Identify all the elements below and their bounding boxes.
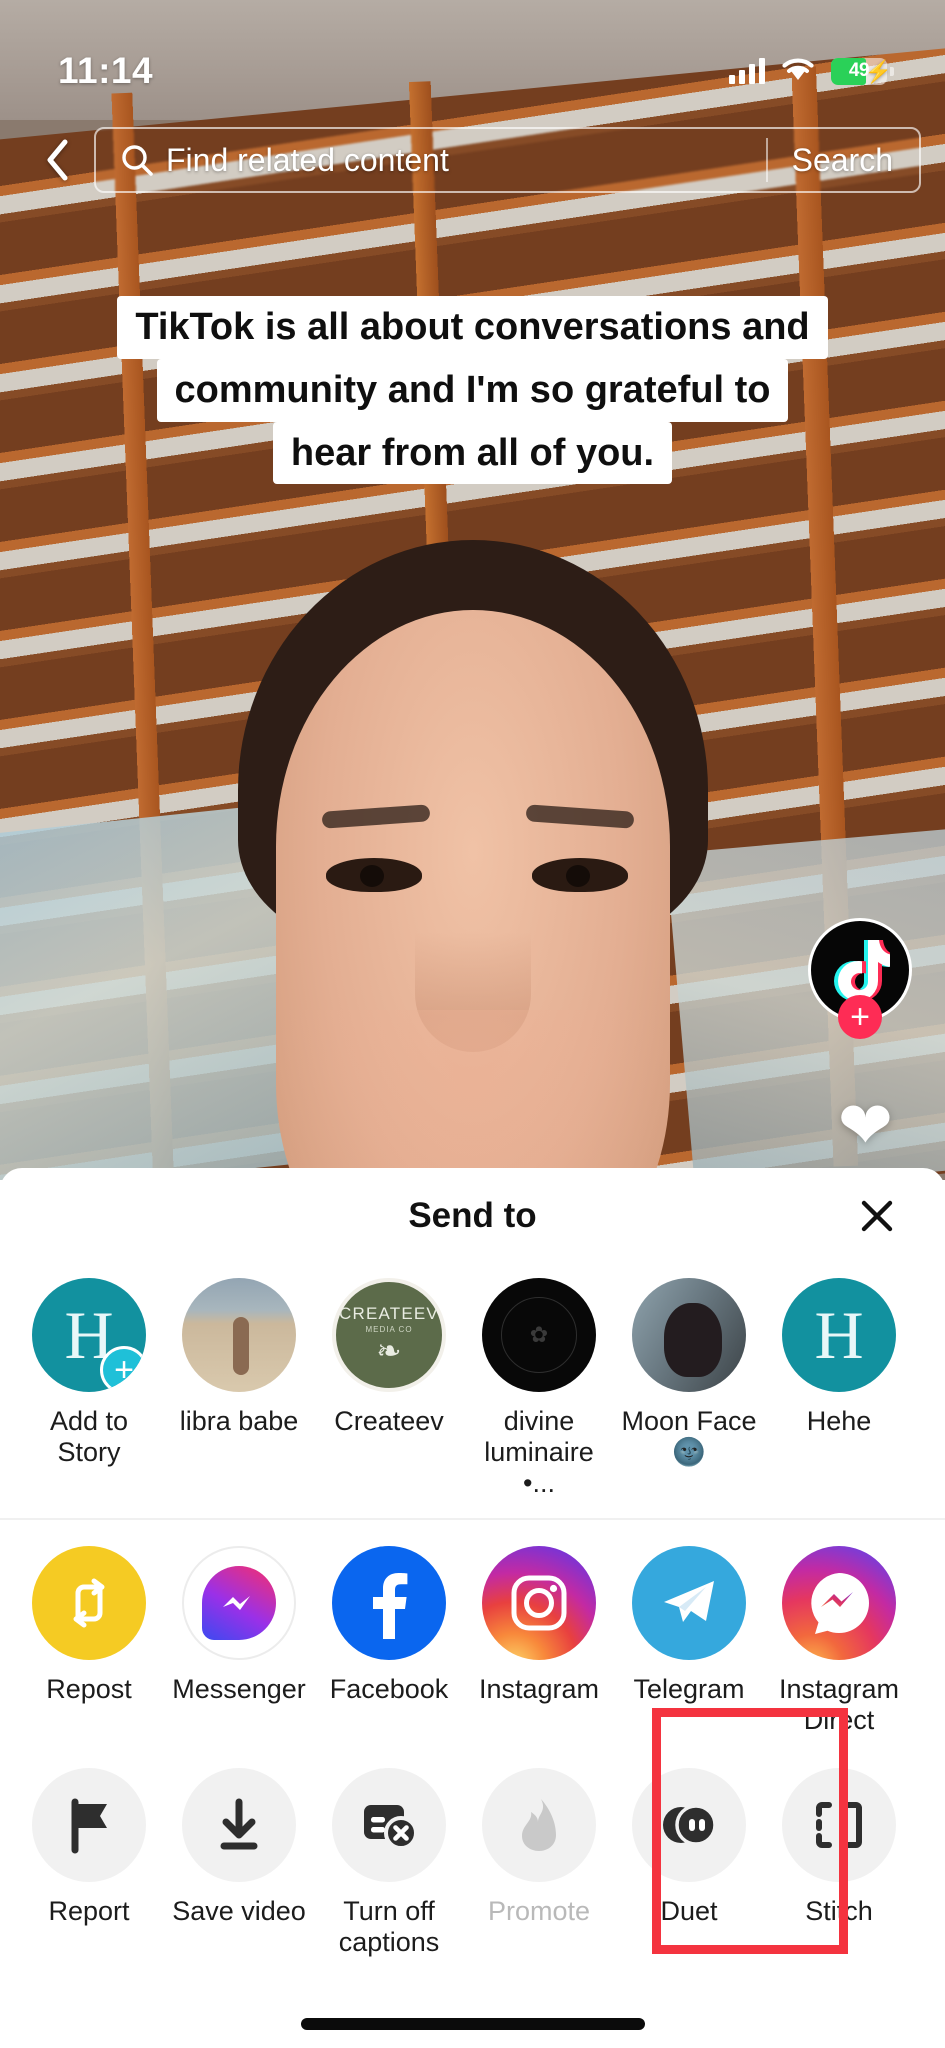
action-label: Report (48, 1896, 130, 1926)
action-save-video-button[interactable]: Save video (164, 1768, 314, 1927)
telegram-icon (632, 1546, 746, 1660)
captions-off-icon (332, 1768, 446, 1882)
instagram-icon (482, 1546, 596, 1660)
app-label: Instagram Direct (778, 1674, 900, 1735)
contact-moon-face[interactable]: Moon Face 🌚 (614, 1278, 764, 1468)
action-label: Stitch (805, 1896, 873, 1926)
contact-createev[interactable]: CREATEEV MEDIA CO ❧ Createev (314, 1278, 464, 1437)
createev-brand: CREATEEV (339, 1304, 439, 1323)
instagram-direct-icon (782, 1546, 896, 1660)
status-indicators: 49 ⚡ (729, 56, 894, 87)
flame-icon (482, 1768, 596, 1882)
action-promote-button[interactable]: Promote (464, 1768, 614, 1927)
facebook-icon (332, 1546, 446, 1660)
story-avatar-h2: H (782, 1278, 896, 1392)
share-messenger-button[interactable]: Messenger (164, 1546, 314, 1705)
status-bar: 11:14 49 ⚡ (0, 0, 945, 112)
phone-screen: 11:14 49 ⚡ Find related content Search T… (0, 0, 945, 2048)
app-label: Messenger (172, 1674, 306, 1704)
contact-divine-luminaire[interactable]: ✿ divine luminaire •... (464, 1278, 614, 1498)
cheeks (272, 1010, 673, 1180)
contact-label: Add to Story (49, 1406, 129, 1467)
contact-add-to-story[interactable]: H + Add to Story (14, 1278, 164, 1468)
search-field-container[interactable]: Search (94, 127, 921, 193)
action-label: Promote (487, 1896, 591, 1926)
caption-line: hear from all of you. (272, 421, 673, 485)
status-clock: 11:14 (58, 50, 154, 91)
share-telegram-button[interactable]: Telegram (614, 1546, 764, 1705)
app-label: Repost (46, 1674, 132, 1704)
person-in-video (237, 540, 708, 1180)
logo-avatar-createev: CREATEEV MEDIA CO ❧ (332, 1278, 446, 1392)
sheet-title: Send to (408, 1196, 537, 1235)
eye-left (325, 858, 422, 892)
share-repost-button[interactable]: Repost (14, 1546, 164, 1705)
action-stitch-button[interactable]: Stitch (764, 1768, 914, 1927)
contact-label: libra babe (179, 1406, 299, 1436)
avatar-initial: H (814, 1297, 864, 1373)
creator-avatar-wrap[interactable]: + (808, 918, 912, 1039)
search-bar: Search (0, 120, 945, 200)
wifi-icon (781, 56, 815, 87)
download-icon (182, 1768, 296, 1882)
contact-label: Moon Face 🌚 (621, 1406, 757, 1467)
close-icon[interactable] (853, 1192, 901, 1240)
battery-icon: 49 ⚡ (831, 57, 894, 85)
actions-row[interactable]: Report Save video Turn off captions Prom… (0, 1756, 945, 2046)
home-indicator (300, 2018, 645, 2030)
app-label: Telegram (633, 1674, 745, 1704)
action-duet-button[interactable]: Duet (614, 1768, 764, 1927)
photo-avatar-moon (632, 1278, 746, 1392)
app-label: Instagram (478, 1674, 600, 1704)
action-label: Duet (660, 1896, 718, 1926)
search-button[interactable]: Search (768, 142, 919, 179)
heart-icon[interactable]: ❤ (838, 1092, 893, 1158)
caption-line: TikTok is all about conversations and (117, 296, 828, 359)
share-apps-row[interactable]: Repost Messenger Facebook Instagram Tele… (0, 1520, 945, 1756)
sheet-header: Send to (0, 1168, 945, 1264)
contact-libra-babe[interactable]: libra babe (164, 1278, 314, 1437)
charging-bolt-icon: ⚡ (864, 58, 892, 84)
messenger-icon (182, 1546, 296, 1660)
leaf-icon: ❧ (376, 1335, 402, 1368)
contact-hehe[interactable]: H Hehe (764, 1278, 914, 1437)
contact-label: Createev (334, 1406, 444, 1436)
share-instagram-button[interactable]: Instagram (464, 1546, 614, 1705)
contacts-row[interactable]: H + Add to Story libra babe CREATEEV MED… (0, 1264, 945, 1518)
dark-logo-ring: ✿ (501, 1297, 577, 1373)
action-turn-off-captions-button[interactable]: Turn off captions (314, 1768, 464, 1958)
share-instagram-direct-button[interactable]: Instagram Direct (764, 1546, 914, 1736)
action-report-button[interactable]: Report (14, 1768, 164, 1927)
send-to-sheet: Send to H + Add to Story libra babe CREA… (0, 1168, 945, 2048)
search-input[interactable] (166, 141, 766, 179)
caption-line: community and I'm so grateful to (156, 358, 789, 422)
story-avatar-h: H + (32, 1278, 146, 1392)
duet-icon (632, 1768, 746, 1882)
app-label: Facebook (329, 1674, 449, 1704)
photo-avatar-beach (182, 1278, 296, 1392)
share-facebook-button[interactable]: Facebook (314, 1546, 464, 1705)
contact-label: divine luminaire •... (484, 1406, 594, 1498)
eye-right (531, 858, 628, 892)
search-icon (120, 143, 154, 177)
createev-brand-sub: MEDIA CO (365, 1325, 413, 1334)
flag-icon (32, 1768, 146, 1882)
contact-label: Hehe (806, 1406, 872, 1436)
action-label: Save video (172, 1896, 306, 1926)
cellular-signal-icon (729, 58, 765, 84)
video-caption: TikTok is all about conversations and co… (0, 296, 945, 485)
follow-plus-badge[interactable]: + (838, 995, 882, 1039)
repost-icon (32, 1546, 146, 1660)
action-label: Turn off captions (338, 1896, 440, 1957)
logo-avatar-dark: ✿ (482, 1278, 596, 1392)
back-chevron-icon[interactable] (30, 129, 84, 191)
add-plus-badge: + (100, 1346, 146, 1392)
stitch-icon (782, 1768, 896, 1882)
